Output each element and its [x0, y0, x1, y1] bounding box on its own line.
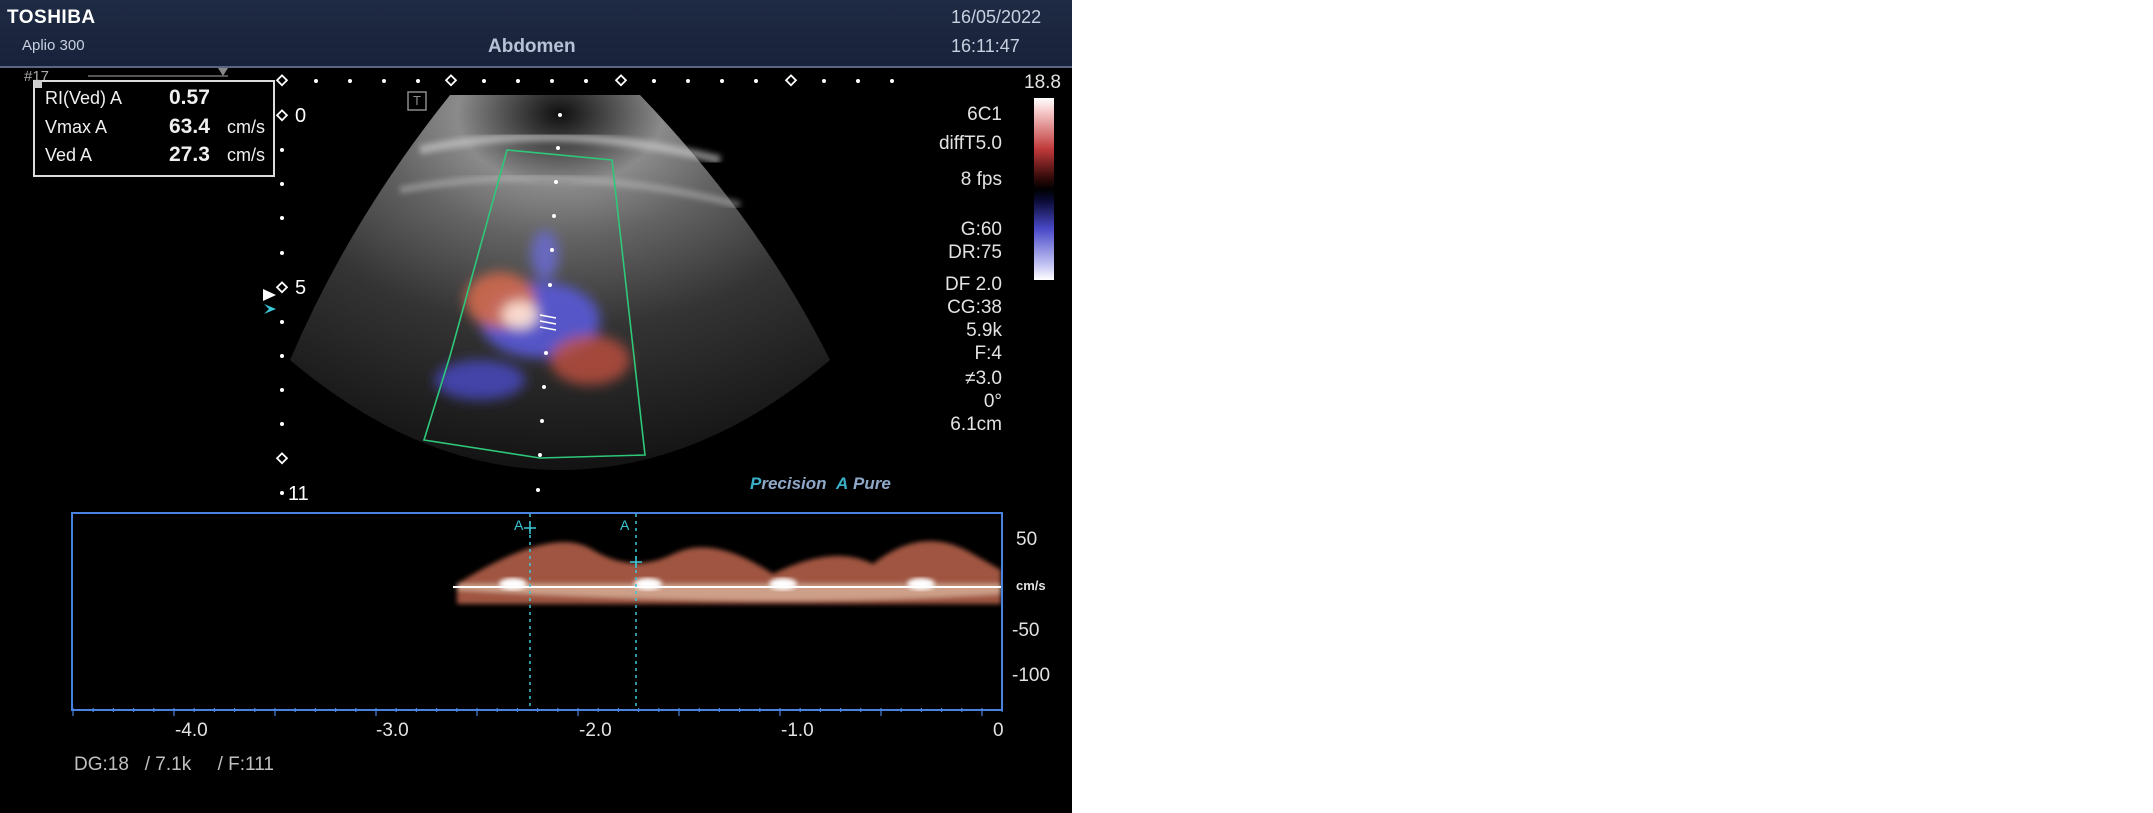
velocity-label-50: 50 — [1016, 529, 1038, 550]
measurement-unit: cm/s — [227, 117, 265, 137]
param-angle: 0° — [983, 391, 1002, 412]
measurement-row-ri: RI(Ved) A 0.57 — [45, 86, 267, 112]
velocity-label-minus100: -100 — [1012, 665, 1051, 686]
depth-label-0: 0 — [295, 105, 307, 127]
spectral-doppler-panel[interactable]: A A — [71, 512, 1003, 711]
param-depth: 6.1cm — [950, 414, 1002, 435]
bmode-sector — [290, 95, 830, 470]
measurement-results-box[interactable]: RI(Ved) A 0.57 Vmax A 63.4 cm/s Ved A 27… — [33, 80, 275, 177]
param-prf: 5.9k — [966, 320, 1002, 341]
focus-marker-icon — [263, 289, 276, 301]
measurement-value: 27.3 — [169, 143, 210, 166]
measurement-value: 0.57 — [169, 86, 210, 109]
param-dr: DR:75 — [948, 242, 1002, 263]
param-mode: diffT5.0 — [938, 133, 1002, 154]
measurement-row-vmax: Vmax A 63.4 cm/s — [45, 115, 267, 141]
probe-orientation-label: T — [413, 93, 421, 108]
measurement-row-ved: Ved A 27.3 cm/s — [45, 143, 267, 169]
measurement-value: 63.4 — [169, 115, 210, 138]
caliper-label-a2: A — [620, 517, 630, 533]
measurement-label: Vmax A — [45, 117, 108, 137]
time-label-4: -4.0 — [175, 720, 208, 741]
precision-pure-logo: Precision A Pure — [750, 474, 891, 493]
time-label-1: -1.0 — [781, 720, 814, 741]
lateral-ruler — [314, 79, 894, 83]
depth-ruler — [280, 148, 284, 495]
param-wall-filter: ≠3.0 — [965, 368, 1002, 389]
depth-label-5: 5 — [295, 277, 307, 299]
velocity-label-minus50: -50 — [1012, 620, 1040, 641]
depth-label-11: 11 — [288, 483, 309, 505]
time-label-3: -3.0 — [376, 720, 409, 741]
color-velocity-bar — [1034, 98, 1054, 280]
time-label-2: -2.0 — [579, 720, 612, 741]
param-cg: CG:38 — [947, 297, 1002, 318]
measurement-unit: cm/s — [227, 145, 265, 165]
velocity-unit: cm/s — [1016, 578, 1046, 593]
ultrasound-screen: TOSHIBA Aplio 300 Abdomen 16/05/2022 16:… — [0, 0, 1072, 813]
caliper-label-a1: A — [514, 517, 524, 533]
measurement-label: Ved A — [45, 145, 93, 165]
doppler-settings: DG:18 / 7.1k / F:111 — [74, 754, 274, 775]
param-probe: 6C1 — [967, 104, 1002, 125]
param-gain: G:60 — [960, 219, 1002, 240]
doppler-spectrum — [453, 514, 1001, 709]
frame-marker — [34, 80, 42, 88]
param-fps: 8 fps — [960, 169, 1002, 190]
time-axis — [72, 708, 1003, 716]
measurement-label: RI(Ved) A — [45, 88, 123, 108]
time-label-0: 0 — [993, 720, 1004, 741]
color-scale-max: 18.8 — [1024, 72, 1061, 93]
param-filter: F:4 — [974, 343, 1002, 364]
param-df: DF 2.0 — [944, 274, 1002, 295]
